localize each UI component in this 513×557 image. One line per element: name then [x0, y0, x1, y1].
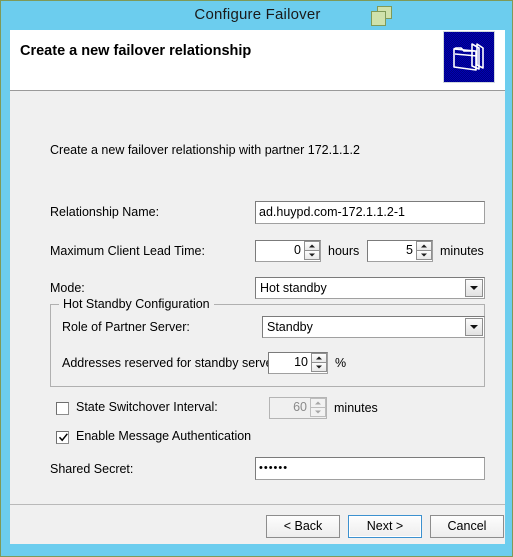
mode-selected-value: Hot standby: [260, 281, 327, 295]
mode-label: Mode:: [50, 281, 85, 295]
lead-time-hours-value: 0: [294, 243, 301, 257]
enable-message-authentication-label: Enable Message Authentication: [76, 429, 252, 443]
state-switchover-unit-label: minutes: [334, 401, 378, 415]
dialog-footer: < Back Next > Cancel: [10, 504, 505, 544]
addresses-reserved-unit-label: %: [335, 356, 347, 370]
wizard-header: Create a new failover relationship: [10, 30, 505, 91]
addresses-reserved-label: Addresses reserved for standby server:: [62, 356, 281, 370]
role-of-partner-selected-value: Standby: [267, 320, 313, 334]
state-switchover-label: State Switchover Interval:: [76, 400, 218, 414]
lead-time-minutes-unit-label: minutes: [440, 244, 484, 258]
page-title: Create a new failover relationship: [20, 43, 252, 59]
checkmark-icon: [58, 433, 68, 442]
mode-dropdown[interactable]: Hot standby: [255, 277, 485, 299]
dialog-client-area: Create a new failover relationship Creat…: [10, 30, 505, 544]
max-client-lead-time-label: Maximum Client Lead Time:: [50, 244, 205, 258]
addresses-reserved-stepper[interactable]: 10: [268, 352, 328, 374]
role-of-partner-dropdown[interactable]: Standby: [262, 316, 485, 338]
lead-time-minutes-value: 5: [406, 243, 413, 257]
wizard-body: Create a new failover relationship with …: [10, 91, 505, 504]
shared-secret-input[interactable]: ••••••: [255, 457, 485, 480]
hot-standby-group-title: Hot Standby Configuration: [59, 297, 214, 311]
chevron-down-icon[interactable]: [465, 279, 483, 297]
shared-secret-label: Shared Secret:: [50, 462, 134, 476]
configure-failover-dialog: Configure Failover Create a new failover…: [0, 0, 513, 557]
checkbox-box: [56, 402, 69, 415]
stacked-windows-icon: [370, 6, 394, 27]
checkbox-box: [56, 431, 69, 444]
intro-text: Create a new failover relationship with …: [50, 143, 360, 157]
window-title: Configure Failover: [194, 6, 321, 23]
lead-time-hours-unit-label: hours: [328, 244, 360, 258]
relationship-name-input[interactable]: ad.huypd.com-172.1.1.2-1: [255, 201, 485, 224]
lead-time-minutes-stepper[interactable]: 5: [367, 240, 433, 262]
next-button[interactable]: Next >: [348, 515, 422, 538]
folders-icon: [443, 31, 495, 83]
state-switchover-down-button[interactable]: [310, 407, 326, 417]
title-bar[interactable]: Configure Failover: [2, 2, 512, 30]
cancel-button[interactable]: Cancel: [430, 515, 504, 538]
role-of-partner-label: Role of Partner Server:: [62, 320, 190, 334]
lead-time-minutes-spin-buttons[interactable]: [416, 241, 432, 261]
addresses-reserved-down-button[interactable]: [311, 362, 327, 372]
chevron-down-icon[interactable]: [465, 318, 483, 336]
state-switchover-value: 60: [293, 400, 307, 414]
state-switchover-spin-buttons[interactable]: [310, 398, 326, 418]
lead-time-hours-spin-buttons[interactable]: [304, 241, 320, 261]
lead-time-hours-down-button[interactable]: [304, 250, 320, 260]
state-switchover-stepper[interactable]: 60: [269, 397, 327, 419]
lead-time-minutes-down-button[interactable]: [416, 250, 432, 260]
back-button[interactable]: < Back: [266, 515, 340, 538]
lead-time-hours-stepper[interactable]: 0: [255, 240, 321, 262]
addresses-reserved-spin-buttons[interactable]: [311, 353, 327, 373]
addresses-reserved-value: 10: [294, 355, 308, 369]
relationship-name-label: Relationship Name:: [50, 205, 160, 219]
